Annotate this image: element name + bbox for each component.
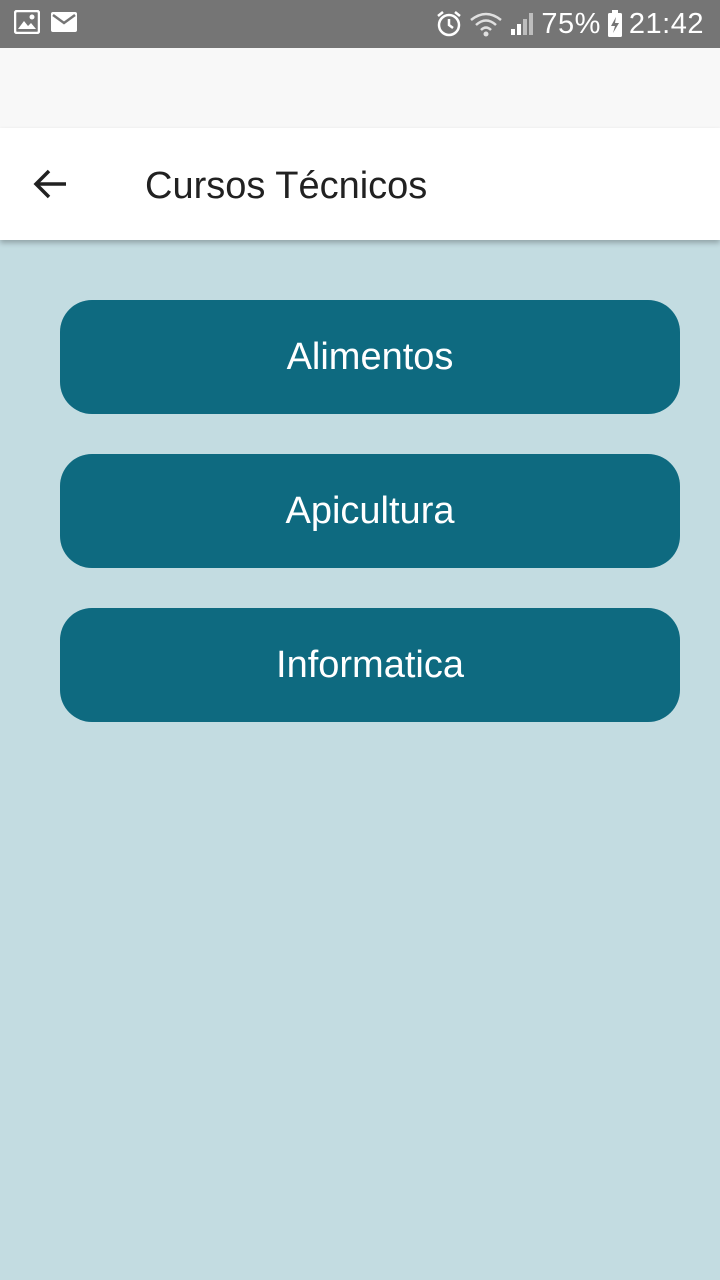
course-button-informatica[interactable]: Informatica	[60, 608, 680, 722]
app-bar: Cursos Técnicos	[0, 128, 720, 240]
course-button-apicultura[interactable]: Apicultura	[60, 454, 680, 568]
battery-charging-icon	[607, 10, 623, 38]
page-title: Cursos Técnicos	[145, 165, 428, 207]
status-bar: 75% 21:42	[0, 0, 720, 48]
arrow-back-icon	[32, 168, 68, 200]
mail-icon	[50, 11, 78, 33]
course-button-alimentos[interactable]: Alimentos	[60, 300, 680, 414]
clock: 21:42	[628, 7, 704, 40]
alarm-icon	[435, 10, 463, 38]
back-button[interactable]	[22, 156, 78, 212]
battery-percent: 75%	[541, 7, 601, 40]
wifi-icon	[469, 10, 503, 38]
status-bar-right: 75% 21:42	[435, 0, 704, 48]
toolbar-spacer	[0, 48, 720, 128]
status-bar-left	[13, 9, 78, 35]
course-list: Alimentos Apicultura Informatica	[0, 240, 720, 1280]
signal-icon	[509, 11, 535, 37]
gallery-icon	[13, 9, 41, 35]
